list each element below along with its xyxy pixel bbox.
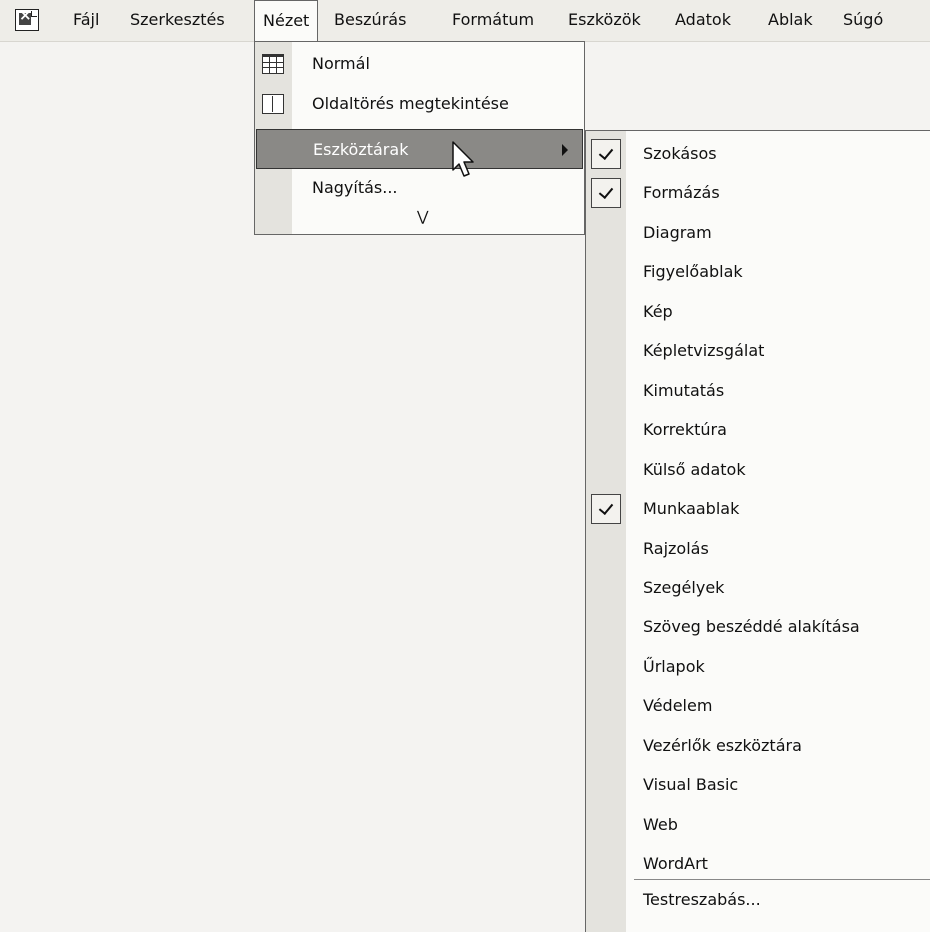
toolbars-submenu: Szokásos Formázás Diagram Figyelőablak Kép Ké… [585, 130, 930, 932]
toolbar-item-label: Képletvizsgálat [643, 341, 765, 360]
toolbar-item[interactable]: WordArt [586, 845, 930, 883]
toolbar-item-label: Szokásos [643, 144, 717, 163]
toolbar-item-label: Korrektúra [643, 420, 727, 439]
mouse-pointer-icon [452, 141, 474, 177]
menu-item-customize[interactable]: Testreszabás... [586, 881, 930, 919]
toolbar-item[interactable]: Munkaablak [586, 490, 930, 528]
menu-file[interactable]: Fájl [65, 0, 107, 41]
toolbar-item[interactable]: Vezérlők eszköztára [586, 727, 930, 765]
checkmark-icon [591, 139, 621, 169]
toolbar-item[interactable]: Diagram [586, 214, 930, 252]
toolbar-item[interactable]: Web [586, 806, 930, 844]
toolbar-item-label: Figyelőablak [643, 262, 743, 281]
toolbar-item-label: Űrlapok [643, 657, 705, 676]
menu-item-zoom[interactable]: Nagyítás... [255, 168, 584, 208]
menu-help[interactable]: Súgó [835, 0, 891, 41]
toolbar-item-label: Vezérlők eszköztára [643, 736, 802, 755]
excel-app-icon[interactable] [15, 6, 39, 31]
checkmark-icon [591, 178, 621, 208]
toolbar-item-label: Formázás [643, 183, 720, 202]
toolbar-item[interactable]: Kép [586, 293, 930, 331]
menu-tools[interactable]: Eszközök [560, 0, 649, 41]
toolbar-item-label: Munkaablak [643, 499, 740, 518]
menu-format[interactable]: Formátum [444, 0, 542, 41]
submenu-arrow-icon [562, 144, 568, 156]
toolbar-item[interactable]: Kimutatás [586, 372, 930, 410]
toolbar-item-label: Szöveg beszéddé alakítása [643, 617, 860, 636]
toolbar-item[interactable]: Szokásos [586, 135, 930, 173]
menu-window[interactable]: Ablak [760, 0, 821, 41]
view-menu-dropdown: Normál Oldaltörés megtekintése Eszköztár… [254, 41, 585, 235]
toolbar-item[interactable]: Űrlapok [586, 648, 930, 686]
toolbar-item[interactable]: Külső adatok [586, 451, 930, 489]
menu-insert[interactable]: Beszúrás [326, 0, 414, 41]
toolbar-item[interactable]: Rajzolás [586, 530, 930, 568]
menu-item-toolbars[interactable]: Eszköztárak [256, 129, 583, 169]
toolbar-item-label: Diagram [643, 223, 712, 242]
menu-bar: Fájl Szerkesztés Nézet Beszúrás Formátum… [0, 0, 930, 42]
toolbar-item-label: Web [643, 815, 678, 834]
menu-data[interactable]: Adatok [667, 0, 739, 41]
menu-view[interactable]: Nézet [254, 0, 319, 42]
toolbar-item[interactable]: Formázás [586, 174, 930, 212]
toolbar-item[interactable]: Visual Basic [586, 766, 930, 804]
toolbar-item[interactable]: Figyelőablak [586, 253, 930, 291]
toolbar-item-label: Szegélyek [643, 578, 725, 597]
menu-edit[interactable]: Szerkesztés [122, 0, 233, 41]
toolbar-item-label: Kép [643, 302, 673, 321]
toolbar-item-label: Visual Basic [643, 775, 739, 794]
toolbar-item-label: Külső adatok [643, 460, 746, 479]
checkmark-icon [591, 494, 621, 524]
page-break-preview-icon [262, 94, 284, 114]
toolbar-item-label: WordArt [643, 854, 708, 873]
toolbar-item-label: Rajzolás [643, 539, 709, 558]
normal-view-icon [262, 54, 284, 74]
toolbar-item[interactable]: Korrektúra [586, 411, 930, 449]
menu-item-page-break-preview[interactable]: Oldaltörés megtekintése [255, 84, 584, 124]
toolbar-item-label: Kimutatás [643, 381, 725, 400]
menu-separator [634, 879, 930, 880]
toolbar-item[interactable]: Képletvizsgálat [586, 332, 930, 370]
toolbar-item[interactable]: Szegélyek [586, 569, 930, 607]
toolbar-item[interactable]: Védelem [586, 687, 930, 725]
toolbar-item[interactable]: Szöveg beszéddé alakítása [586, 608, 930, 646]
toolbar-item-label: Védelem [643, 696, 713, 715]
double-chevron-down-icon[interactable]: ⋁ [417, 210, 428, 224]
menu-item-normal[interactable]: Normál [255, 44, 584, 84]
